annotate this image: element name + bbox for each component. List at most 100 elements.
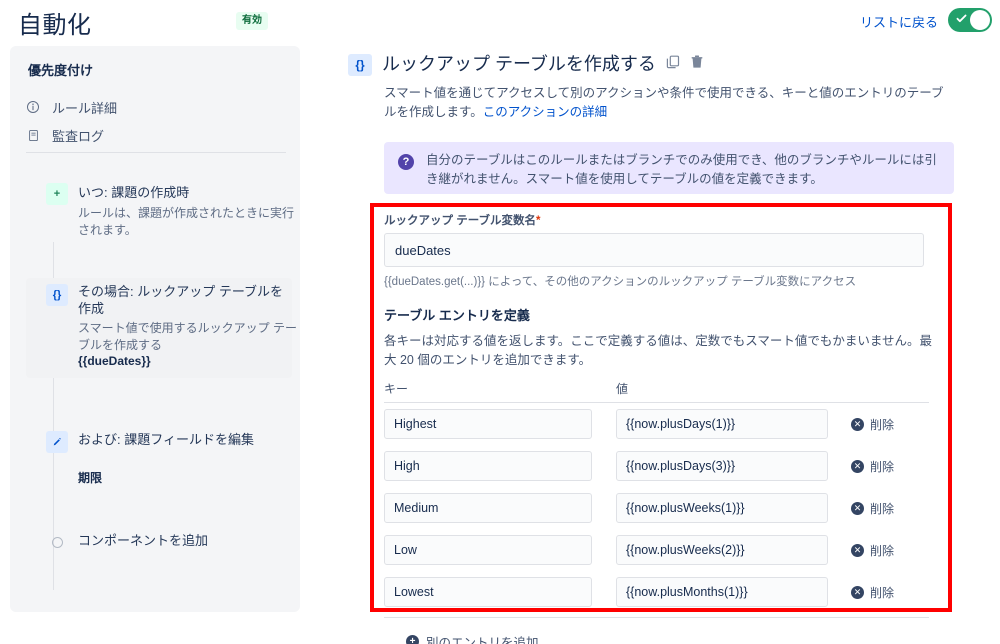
close-circle-icon: ✕ bbox=[851, 543, 864, 557]
circle-outline-icon bbox=[52, 537, 63, 548]
entry-value-input[interactable] bbox=[616, 577, 828, 607]
trash-icon[interactable] bbox=[689, 54, 705, 70]
delete-entry-label: 削除 bbox=[870, 501, 895, 516]
variable-name-input[interactable] bbox=[384, 233, 924, 267]
entries-table-header: キー 値 bbox=[384, 380, 929, 403]
sidebar-item-rule-details[interactable]: ルール詳細 bbox=[26, 94, 284, 120]
document-icon bbox=[26, 128, 40, 142]
entry-value-input[interactable] bbox=[616, 535, 828, 565]
entry-key-cell bbox=[384, 409, 616, 439]
entry-key-cell bbox=[384, 577, 616, 607]
entry-key-input[interactable] bbox=[384, 409, 592, 439]
add-another-entry-label: 別のエントリを追加 bbox=[426, 636, 539, 644]
close-circle-icon: ✕ bbox=[851, 585, 864, 599]
top-bar: 自動化 有効 リストに戻る bbox=[0, 0, 1000, 42]
close-circle-icon: ✕ bbox=[851, 417, 864, 431]
sidebar-item-audit-log[interactable]: 監査ログ bbox=[26, 122, 284, 148]
add-another-entry-button[interactable]: + 別のエントリを追加 bbox=[406, 632, 954, 644]
column-header-key: キー bbox=[384, 382, 409, 396]
sidebar-item-label: 監査ログ bbox=[52, 128, 105, 144]
column-header-value: 値 bbox=[616, 382, 629, 396]
rule-step-description: スマート値で使用するルックアップ テーブルを作成する bbox=[78, 321, 297, 352]
braces-icon: {} bbox=[46, 284, 68, 306]
table-row: ✕ 削除 bbox=[384, 529, 929, 571]
variable-name-help-text: {{dueDates.get(...)}} によって、その他のアクションのルック… bbox=[384, 276, 857, 288]
entry-value-cell bbox=[616, 493, 851, 523]
entry-value-cell bbox=[616, 535, 851, 565]
rule-step-edit-issue-fields[interactable]: および: 課題フィールドを編集 期限 bbox=[26, 426, 292, 496]
entry-value-cell bbox=[616, 577, 851, 607]
toggle-knob bbox=[970, 10, 990, 30]
action-description-text: スマート値を通じてアクセスして別のアクションや条件で使用できる、キーと値のエント… bbox=[384, 86, 944, 119]
delete-entry-label: 削除 bbox=[870, 417, 895, 432]
entries-table: キー 値 ✕ 削除 bbox=[384, 380, 929, 618]
variable-name-label-text: ルックアップ テーブル変数名 bbox=[384, 215, 537, 227]
automation-rule-editor-page: 自動化 有効 リストに戻る 優先度付け ルール詳細 監査ログ + いつ: 課題の… bbox=[0, 0, 1000, 644]
rule-step-title: その場合: ルックアップ テーブルを作成 bbox=[78, 284, 284, 316]
pencil-icon bbox=[46, 431, 68, 453]
lookup-table-form: ルックアップ テーブル変数名* {{dueDates.get(...)}} によ… bbox=[384, 212, 954, 644]
question-mark-icon: ? bbox=[398, 154, 414, 170]
action-header: {} ルックアップ テーブルを作成する bbox=[340, 48, 990, 78]
sidebar-title: 優先度付け bbox=[28, 63, 94, 78]
action-header-actions bbox=[665, 54, 705, 70]
entry-value-input[interactable] bbox=[616, 493, 828, 523]
close-circle-icon: ✕ bbox=[851, 501, 864, 515]
rule-step-title: コンポーネントを追加 bbox=[78, 533, 209, 548]
rule-sidebar: 優先度付け ルール詳細 監査ログ + いつ: 課題の作成時 ルールは、課題が作成… bbox=[10, 46, 300, 612]
rule-step-description: ルールは、課題が作成されたときに実行されます。 bbox=[78, 206, 295, 237]
action-title: ルックアップ テーブルを作成する bbox=[382, 54, 656, 74]
close-circle-icon: ✕ bbox=[851, 459, 864, 473]
rule-step-add-component[interactable]: コンポーネントを追加 bbox=[26, 529, 292, 559]
entry-key-input[interactable] bbox=[384, 451, 592, 481]
entry-value-cell bbox=[616, 451, 851, 481]
entry-key-input[interactable] bbox=[384, 493, 592, 523]
back-to-list-link[interactable]: リストに戻る bbox=[860, 12, 938, 31]
rule-step-trigger[interactable]: + いつ: 課題の作成時 ルールは、課題が作成されたときに実行されます。 bbox=[26, 178, 294, 252]
info-circle-icon bbox=[26, 100, 40, 114]
delete-entry-label: 削除 bbox=[870, 543, 895, 558]
rule-step-value: {{dueDates}} bbox=[78, 354, 151, 368]
entries-section-description: 各キーは対応する値を返します。ここで定義する値は、定数でもスマート値でもかまいま… bbox=[384, 334, 933, 367]
table-row: ✕ 削除 bbox=[384, 571, 929, 613]
entry-key-input[interactable] bbox=[384, 535, 592, 565]
entry-value-input[interactable] bbox=[616, 409, 828, 439]
learn-more-link[interactable]: このアクションの詳細 bbox=[483, 105, 607, 119]
action-description: スマート値を通じてアクセスして別のアクションや条件で使用できる、キーと値のエント… bbox=[384, 84, 954, 122]
delete-entry-label: 削除 bbox=[870, 459, 895, 474]
table-row: ✕ 削除 bbox=[384, 487, 929, 529]
table-row: ✕ 削除 bbox=[384, 445, 929, 487]
plus-circle-icon: + bbox=[406, 635, 419, 644]
page-title: 自動化 bbox=[18, 12, 92, 39]
info-callout-text: 自分のテーブルはこのルールまたはブランチでのみ使用でき、他のブランチやルールには… bbox=[426, 153, 937, 186]
action-detail-panel: {} ルックアップ テーブルを作成する スマート値を通じてアクセスして別のアクシ… bbox=[340, 48, 990, 644]
rule-step-title: いつ: 課題の作成時 bbox=[78, 185, 190, 200]
status-badge: 有効 bbox=[236, 12, 268, 30]
entry-key-input[interactable] bbox=[384, 577, 592, 607]
check-icon bbox=[956, 14, 967, 23]
entry-key-cell bbox=[384, 535, 616, 565]
rule-step-create-lookup-table[interactable]: {} その場合: ルックアップ テーブルを作成 スマート値で使用するルックアップ… bbox=[26, 278, 297, 378]
table-row: ✕ 削除 bbox=[384, 403, 929, 445]
delete-entry-button[interactable]: ✕ 削除 bbox=[851, 584, 894, 601]
variable-name-label: ルックアップ テーブル変数名* bbox=[384, 212, 954, 228]
rule-enabled-toggle[interactable] bbox=[948, 8, 992, 32]
delete-entry-button[interactable]: ✕ 削除 bbox=[851, 500, 894, 517]
rule-step-title: および: 課題フィールドを編集 bbox=[78, 432, 254, 447]
sidebar-divider bbox=[26, 152, 286, 153]
entries-section-title: テーブル エントリを定義 bbox=[384, 308, 530, 323]
sidebar-item-label: ルール詳細 bbox=[52, 100, 118, 116]
rule-step-value: 期限 bbox=[78, 471, 103, 485]
entry-value-input[interactable] bbox=[616, 451, 828, 481]
delete-entry-button[interactable]: ✕ 削除 bbox=[851, 416, 894, 433]
delete-entry-button[interactable]: ✕ 削除 bbox=[851, 458, 894, 475]
info-callout: ? 自分のテーブルはこのルールまたはブランチでのみ使用でき、他のブランチやルール… bbox=[384, 142, 954, 194]
required-asterisk: * bbox=[536, 215, 541, 227]
entry-key-cell bbox=[384, 493, 616, 523]
delete-entry-button[interactable]: ✕ 削除 bbox=[851, 542, 894, 559]
delete-entry-label: 削除 bbox=[870, 585, 895, 600]
plus-icon: + bbox=[46, 183, 68, 205]
braces-icon: {} bbox=[348, 54, 372, 76]
entries-table-footer-divider bbox=[384, 617, 929, 618]
copy-icon[interactable] bbox=[665, 54, 681, 70]
